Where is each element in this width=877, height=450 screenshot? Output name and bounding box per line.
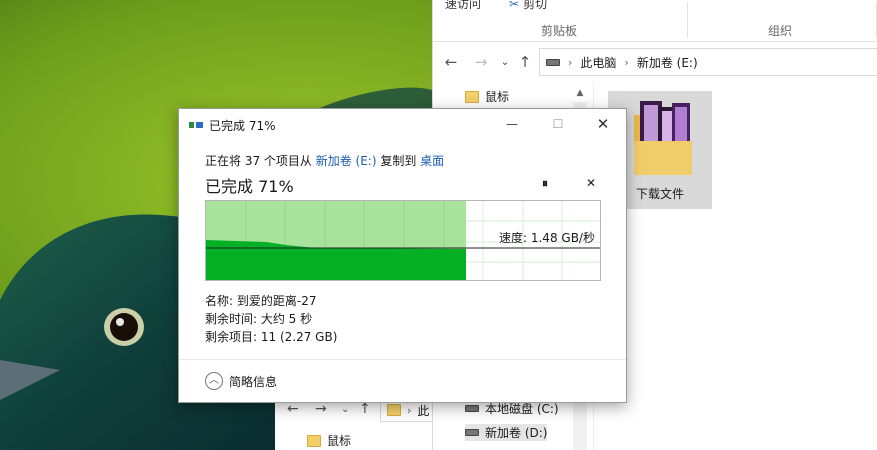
fewer-details-label: 简略信息	[229, 374, 278, 389]
remaining-time: 剩余时间: 大约 5 秒	[205, 312, 313, 326]
back-button[interactable]: ←	[287, 401, 299, 417]
tree-item-mouse[interactable]: 鼠标	[465, 88, 509, 105]
destination-link[interactable]: 桌面	[420, 154, 444, 168]
recent-locations-button[interactable]: ⌄	[341, 404, 349, 415]
copy-description: 正在将 37 个项目从 新加卷 (E:) 复制到 桌面	[205, 152, 444, 169]
scissors-icon: ✂	[509, 0, 520, 11]
maximize-button[interactable]: ☐	[535, 109, 581, 139]
fewer-details-button[interactable]: ︿ 简略信息	[205, 372, 277, 390]
tree-item-label: 鼠标	[485, 90, 510, 104]
chevron-right-icon: ›	[407, 403, 412, 417]
folder-thumbnail-icon	[634, 101, 692, 175]
source-link[interactable]: 新加卷 (E:)	[316, 154, 377, 168]
tree-item-drive-d[interactable]: 新加卷 (D:)	[465, 424, 548, 441]
drive-icon	[546, 58, 560, 66]
up-button[interactable]: ↑	[515, 52, 535, 72]
navigation-bar: ← → ⌄ ↑ › 此电脑 › 新加卷 (E:)	[433, 42, 877, 82]
forward-button[interactable]: →	[471, 52, 491, 72]
close-button[interactable]: ✕	[580, 109, 626, 139]
dialog-footer: ︿ 简略信息	[179, 359, 626, 402]
minimize-button[interactable]: —	[489, 109, 535, 139]
chevron-right-icon: ›	[568, 55, 573, 69]
recent-locations-button[interactable]: ⌄	[495, 52, 515, 72]
ribbon-divider	[687, 2, 688, 38]
copy-progress-icon	[189, 122, 203, 128]
item-name: 名称: 到爱的距离-27	[205, 294, 317, 308]
ribbon: 速访问 ✂ 剪切 剪贴板 组织	[433, 0, 877, 42]
description-middle: 复制到	[376, 154, 421, 168]
title-bar[interactable]: 已完成 71% — ☐ ✕	[179, 109, 626, 141]
tree-item-label: 新加卷 (D:)	[485, 426, 548, 440]
folder-icon	[307, 434, 321, 447]
copy-progress-dialog: 已完成 71% — ☐ ✕ 正在将 37 个项目从 新加卷 (E:) 复制到 桌…	[178, 108, 627, 403]
secondary-explorer-window: ← → ⌄ ↑ › 此 鼠标	[275, 395, 432, 450]
folder-icon	[387, 404, 401, 416]
clipboard-group-label: 剪贴板	[541, 24, 578, 38]
breadcrumb[interactable]: 此	[417, 402, 429, 419]
chevron-up-icon: ︿	[205, 372, 223, 390]
tree-item-mouse[interactable]: 鼠标	[307, 432, 351, 449]
back-button[interactable]: ←	[441, 52, 461, 72]
drive-icon	[465, 405, 479, 412]
pause-button[interactable]: ⏸	[538, 176, 552, 190]
progress-heading: 已完成 71%	[205, 177, 294, 196]
scroll-up-arrow[interactable]: ▲	[573, 86, 587, 100]
cut-button[interactable]: ✂ 剪切	[509, 0, 547, 12]
drive-icon	[465, 429, 479, 436]
tree-item-label: 鼠标	[327, 434, 352, 448]
remaining-items: 剩余项目: 11 (2.27 GB)	[205, 330, 338, 344]
quick-access-label[interactable]: 速访问	[445, 0, 481, 12]
breadcrumb-volume-e[interactable]: 新加卷 (E:)	[637, 54, 698, 71]
cancel-button[interactable]: ✕	[584, 176, 598, 190]
breadcrumb-this-pc[interactable]: 此电脑	[580, 54, 616, 71]
cut-label: 剪切	[523, 0, 548, 11]
folder-icon	[465, 90, 479, 103]
address-bar[interactable]: › 此电脑 › 新加卷 (E:)	[539, 48, 877, 76]
description-prefix: 正在将 37 个项目从	[205, 154, 316, 168]
chevron-right-icon: ›	[624, 55, 629, 69]
up-button[interactable]: ↑	[359, 401, 371, 417]
speed-label: 速度: 1.48 GB/秒	[499, 231, 595, 245]
organize-group-label: 组织	[768, 24, 793, 38]
file-list: 下载文件	[593, 82, 877, 450]
forward-button[interactable]: →	[315, 401, 327, 417]
window-title: 已完成 71%	[209, 119, 276, 133]
